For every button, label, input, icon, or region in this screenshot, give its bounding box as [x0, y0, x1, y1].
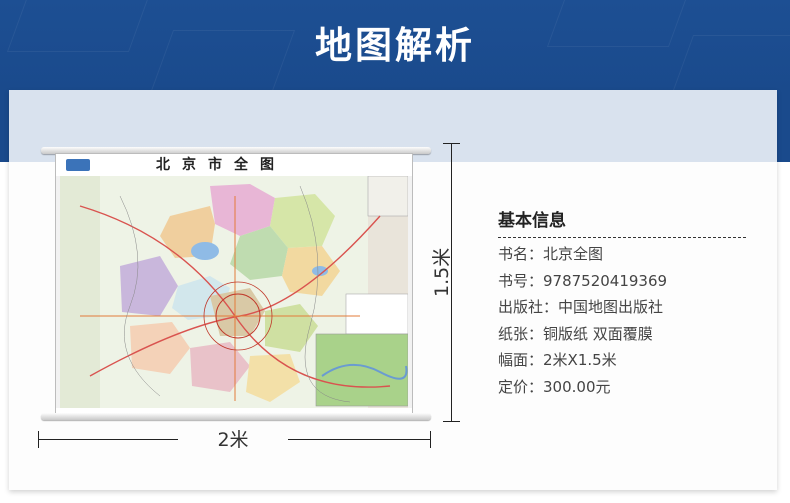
info-row-paper: 纸张：铜版纸 双面覆膜	[498, 325, 653, 343]
info-divider	[498, 237, 746, 238]
info-row-price: 定价：300.00元	[498, 378, 611, 396]
height-label: 1.5米	[431, 247, 453, 297]
height-dimension-cap-bottom	[443, 421, 460, 422]
info-row-isbn: 书号：9787520419369	[498, 272, 668, 290]
page-title: 地图解析	[315, 24, 475, 67]
height-dimension-cap-top	[443, 143, 460, 144]
beijing-map-image	[60, 176, 408, 408]
width-dimension-cap-right	[430, 431, 431, 448]
info-row-publisher: 出版社：中国地图出版社	[498, 298, 664, 316]
info-heading: 基本信息	[498, 211, 566, 231]
width-label: 2米	[217, 429, 249, 451]
map-title: 北京市全图	[156, 157, 286, 173]
wall-map: 北京市全图	[55, 153, 413, 417]
info-row-title: 书名：北京全图	[498, 245, 604, 263]
width-dimension-line-left	[38, 439, 178, 440]
map-title-bar: 北京市全图	[56, 154, 412, 176]
hanging-rod-bottom	[41, 413, 431, 420]
width-dimension-line-right	[288, 439, 430, 440]
width-dimension-cap-left	[38, 431, 39, 448]
header-banner: 地图解析	[0, 0, 790, 92]
info-row-size: 幅面：2米X1.5米	[498, 351, 617, 369]
publisher-logo	[66, 159, 90, 171]
